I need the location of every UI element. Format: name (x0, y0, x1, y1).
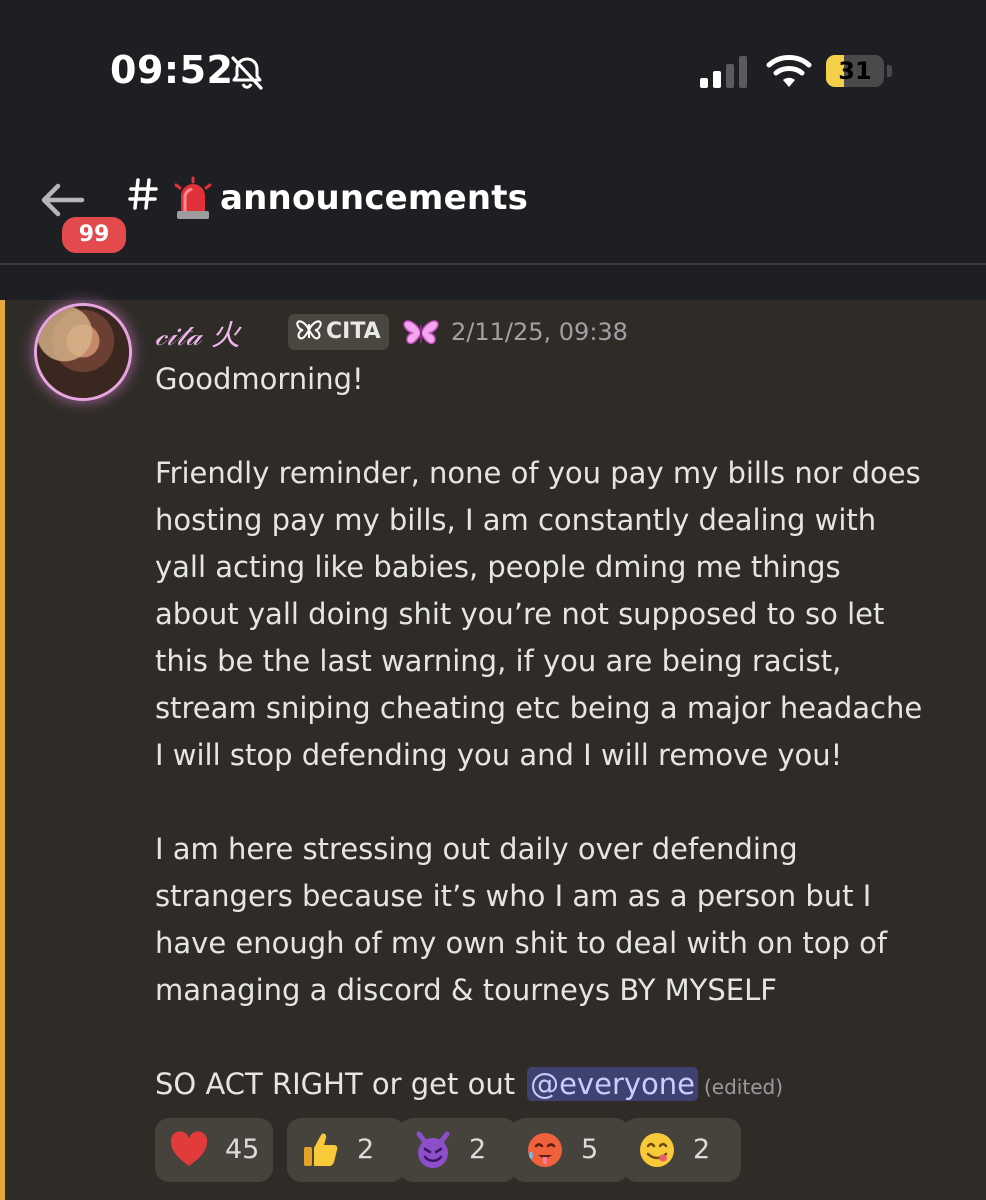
pink-butterfly-icon (403, 320, 439, 345)
paragraph-1-line: yall acting like babies, people dming me… (155, 550, 841, 584)
reaction-red-heart[interactable]: 45 (155, 1118, 273, 1182)
message: 𝒸𝒾𝓉𝒶 火 CITA 2/11/25, 09:38 Goodmorning! … (0, 300, 986, 1200)
wifi-icon (766, 55, 812, 87)
red-heart-emoji (170, 1131, 208, 1166)
closing-text: SO ACT RIGHT or get out (155, 1067, 516, 1101)
siren-emoji (174, 176, 212, 219)
paragraph-1-line: about yall doing shit you’re not suppose… (155, 597, 885, 631)
paragraph-2-line: have enough of my own shit to deal with … (155, 926, 888, 960)
face-savoring-food-emoji (640, 1133, 674, 1167)
everyone-mention[interactable]: @everyone (527, 1067, 698, 1101)
paragraph-2-line: managing a discord & tourneys BY MYSELF (155, 973, 777, 1007)
channel-header: 99 announcements (0, 150, 986, 265)
paragraph-2-line: strangers because it’s who I am as a per… (155, 879, 872, 913)
reaction-thumbs-up[interactable]: 2 (287, 1118, 405, 1182)
smiling-imp-emoji (416, 1131, 450, 1168)
paragraph-1-line: this be the last warning, if you are bei… (155, 644, 842, 678)
edited-label: (edited) (704, 1075, 784, 1099)
battery-level: 31 (838, 57, 872, 85)
reaction-face-savoring-food[interactable]: 2 (623, 1118, 741, 1182)
paragraph-1-line: hosting pay my bills, I am constantly de… (155, 503, 877, 537)
reaction-count: 5 (581, 1134, 599, 1165)
reaction-count: 2 (357, 1134, 375, 1165)
reaction-count: 2 (469, 1134, 487, 1165)
paragraph-2-line: I am here stressing out daily over defen… (155, 832, 798, 866)
unread-badge: 99 (58, 213, 130, 257)
paragraph-1-line: I will stop defending you and I will rem… (155, 738, 843, 772)
butterfly-icon (296, 320, 322, 340)
greeting-line: Goodmorning! (155, 362, 364, 396)
paragraph-1-line: stream sniping cheating etc being a majo… (155, 691, 923, 725)
reaction-count: 2 (693, 1134, 711, 1165)
reaction-count: 45 (225, 1134, 260, 1165)
battery-icon: 31 (826, 55, 892, 89)
message-content: Goodmorning! Friendly reminder, none of … (155, 356, 965, 1111)
status-bar: 09:52 31 (0, 0, 986, 150)
paragraph-1-line: Friendly reminder, none of you pay my bi… (155, 456, 921, 490)
reaction-hot-face[interactable]: 5 (511, 1118, 629, 1182)
hot-face-emoji (528, 1133, 562, 1167)
role-tag[interactable]: CITA (288, 314, 389, 350)
status-time: 09:52 (110, 48, 234, 92)
message-timestamp: 2/11/25, 09:38 (451, 318, 628, 346)
role-tag-label: CITA (326, 319, 381, 344)
hashtag-icon (128, 178, 158, 210)
author-name[interactable]: 𝒸𝒾𝓉𝒶 火 (155, 312, 240, 354)
bell-slash-icon (231, 56, 263, 90)
avatar[interactable] (37, 306, 129, 398)
reaction-smiling-imp[interactable]: 2 (399, 1118, 517, 1182)
cellular-signal-icon (700, 56, 747, 88)
thumbs-up-emoji (304, 1133, 338, 1166)
channel-name[interactable]: announcements (220, 178, 528, 218)
closing-line: SO ACT RIGHT or get out @everyone (edited) (155, 1061, 965, 1111)
